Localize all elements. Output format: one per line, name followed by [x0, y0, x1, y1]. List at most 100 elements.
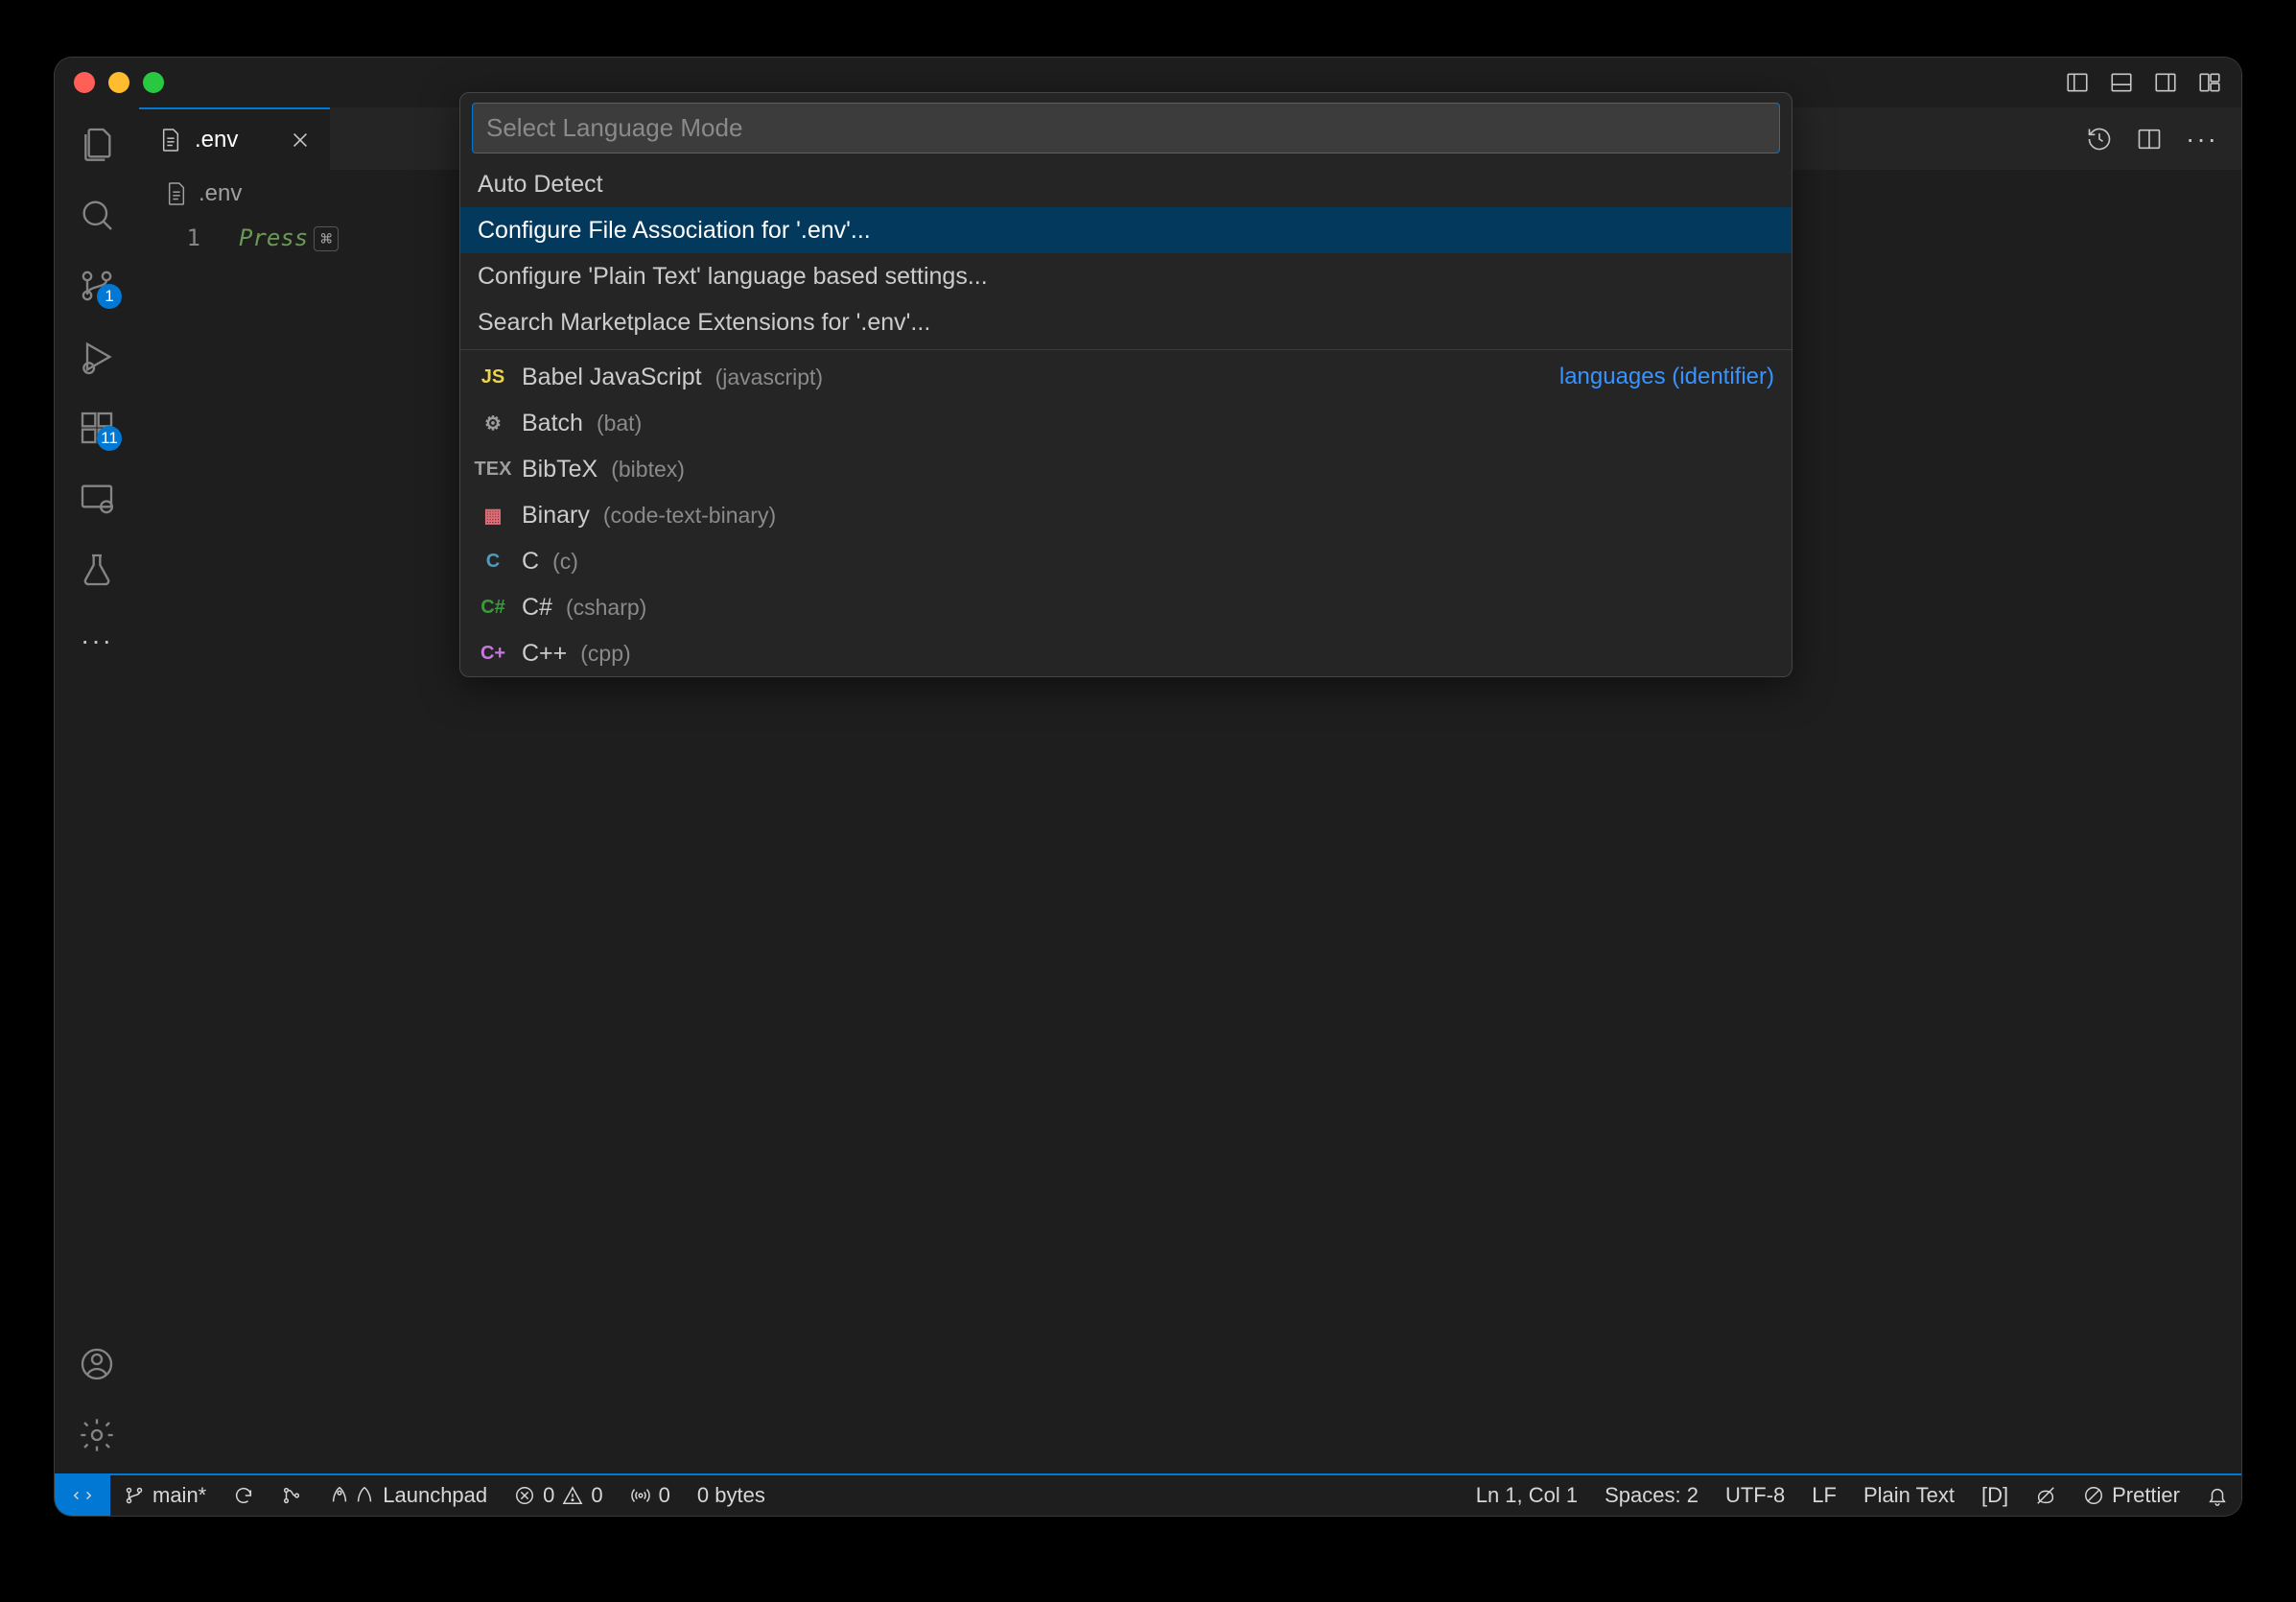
- quickpick-language-item[interactable]: C#C#(csharp): [460, 584, 1792, 630]
- language-identifier: (code-text-binary): [603, 503, 776, 529]
- encoding-status[interactable]: UTF-8: [1712, 1483, 1798, 1508]
- breadcrumb-filename: .env: [199, 180, 242, 207]
- ellipsis-icon: ···: [81, 625, 113, 656]
- tab-actions: ···: [2086, 124, 2241, 154]
- tab-label: .env: [195, 127, 238, 153]
- search-icon: [78, 196, 116, 234]
- keycap: ⌘: [314, 226, 339, 251]
- quickpick-action-configure-settings[interactable]: Configure 'Plain Text' language based se…: [460, 253, 1792, 299]
- activity-bar: 1 11 ···: [55, 107, 139, 1473]
- language-identifier: (bibtex): [611, 457, 685, 483]
- copilot-status[interactable]: [2022, 1485, 2070, 1506]
- accounts-activity[interactable]: [78, 1345, 116, 1383]
- sync-icon: [233, 1485, 254, 1506]
- files-icon: [78, 125, 116, 163]
- filesize-status[interactable]: 0 bytes: [684, 1483, 779, 1508]
- language-identifier: (csharp): [566, 595, 646, 621]
- quickpick-language-item[interactable]: ▦Binary(code-text-binary): [460, 492, 1792, 538]
- git-graph-status[interactable]: [268, 1485, 316, 1506]
- remote-explorer-icon: [78, 480, 116, 518]
- tab-env[interactable]: .env: [139, 107, 330, 170]
- eol-status[interactable]: LF: [1798, 1483, 1850, 1508]
- language-name: Binary: [522, 502, 590, 530]
- language-mode-status[interactable]: Plain Text: [1850, 1483, 1968, 1508]
- language-name: Babel JavaScript: [522, 364, 702, 391]
- language-icon: C: [478, 551, 508, 573]
- language-identifier: (cpp): [580, 641, 630, 667]
- quickpick-group-label: languages (identifier): [1559, 364, 1774, 390]
- maximize-window-button[interactable]: [143, 72, 164, 93]
- split-editor-icon[interactable]: [2136, 126, 2163, 153]
- history-icon[interactable]: [2086, 126, 2113, 153]
- prettier-status[interactable]: Prettier: [2070, 1483, 2193, 1508]
- indentation-status[interactable]: Spaces: 2: [1591, 1483, 1712, 1508]
- language-name: BibTeX: [522, 456, 597, 483]
- more-actions-icon[interactable]: ···: [2186, 124, 2218, 154]
- quickpick-input[interactable]: [472, 103, 1780, 153]
- gear-icon: [78, 1416, 116, 1454]
- cursor-position-status[interactable]: Ln 1, Col 1: [1463, 1483, 1591, 1508]
- ports-status[interactable]: 0: [617, 1483, 684, 1508]
- beaker-icon: [78, 551, 116, 589]
- quickpick-action-auto-detect[interactable]: Auto Detect: [460, 161, 1792, 207]
- settings-activity[interactable]: [78, 1416, 116, 1454]
- rocket-icon: [354, 1485, 375, 1506]
- quickpick-language-item[interactable]: C+C++(cpp): [460, 630, 1792, 676]
- error-icon: [514, 1485, 535, 1506]
- source-control-activity[interactable]: 1: [78, 267, 116, 305]
- warning-icon: [562, 1485, 583, 1506]
- remote-explorer-activity[interactable]: [78, 480, 116, 518]
- extensions-badge: 11: [97, 426, 122, 451]
- gutter: 1: [139, 217, 225, 1473]
- more-activity[interactable]: ···: [78, 622, 116, 660]
- quickpick-language-item[interactable]: JS Babel JavaScript (javascript) languages …: [460, 354, 1792, 400]
- toggle-panel-icon[interactable]: [2109, 70, 2134, 95]
- notifications-status[interactable]: [2193, 1485, 2241, 1506]
- statusbar: main* Launchpad 0 0 0 0 bytes Ln 1, Col …: [55, 1473, 2241, 1516]
- editor-hint: Press⌘: [239, 224, 339, 251]
- remote-icon: [72, 1485, 93, 1506]
- quickpick-language-item[interactable]: TEX BibTeX (bibtex): [460, 446, 1792, 492]
- language-mode-picker: Auto Detect Configure File Association f…: [459, 92, 1792, 677]
- quickpick-separator: [460, 349, 1792, 350]
- git-branch-status[interactable]: main*: [110, 1483, 220, 1508]
- toggle-secondary-sidebar-icon[interactable]: [2153, 70, 2178, 95]
- language-name: C: [522, 548, 539, 576]
- account-icon: [78, 1345, 116, 1383]
- file-icon: [160, 128, 181, 153]
- testing-activity[interactable]: [78, 551, 116, 589]
- language-name: Batch: [522, 410, 583, 437]
- explorer-activity[interactable]: [78, 125, 116, 163]
- problems-status[interactable]: 0 0: [501, 1483, 617, 1508]
- extensions-activity[interactable]: 11: [78, 409, 116, 447]
- quickpick-language-item[interactable]: ⚙ Batch (bat): [460, 400, 1792, 446]
- bell-icon: [2207, 1485, 2228, 1506]
- quickpick-language-item[interactable]: CC(c): [460, 538, 1792, 584]
- toggle-primary-sidebar-icon[interactable]: [2065, 70, 2090, 95]
- language-icon: JS: [478, 366, 508, 389]
- quickpick-action-configure-association[interactable]: Configure File Association for '.env'...: [460, 207, 1792, 253]
- debug-icon: [78, 338, 116, 376]
- scm-badge: 1: [97, 284, 122, 309]
- line-number: 1: [139, 224, 200, 251]
- antenna-icon: [630, 1485, 651, 1506]
- sync-status[interactable]: [220, 1485, 268, 1506]
- git-branch-icon: [124, 1485, 145, 1506]
- run-debug-activity[interactable]: [78, 338, 116, 376]
- language-icon: ⚙: [478, 412, 508, 436]
- launchpad-status[interactable]: Launchpad: [316, 1483, 501, 1508]
- copilot-disabled-icon: [2035, 1485, 2056, 1506]
- file-icon: [166, 181, 187, 206]
- language-identifier: (javascript): [715, 365, 823, 390]
- language-name: C++: [522, 640, 567, 668]
- language-icon: TEX: [478, 459, 508, 481]
- mode-status[interactable]: [D]: [1968, 1483, 2022, 1508]
- remote-indicator[interactable]: [55, 1475, 110, 1516]
- language-identifier: (bat): [597, 411, 642, 436]
- minimize-window-button[interactable]: [108, 72, 129, 93]
- customize-layout-icon[interactable]: [2197, 70, 2222, 95]
- quickpick-action-search-marketplace[interactable]: Search Marketplace Extensions for '.env'…: [460, 299, 1792, 345]
- close-window-button[interactable]: [74, 72, 95, 93]
- close-icon[interactable]: [290, 130, 311, 151]
- search-activity[interactable]: [78, 196, 116, 234]
